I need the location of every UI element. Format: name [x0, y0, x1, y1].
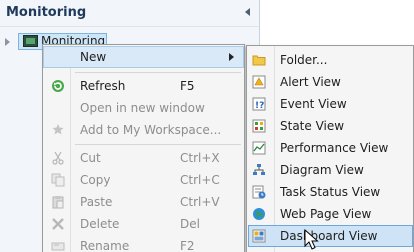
context-menu: New Refresh F5 Open in new window Add to…: [42, 44, 245, 252]
menu-item-shortcut: Ctrl+X: [180, 151, 220, 165]
submenu-item-event-view[interactable]: !? Event View: [248, 93, 413, 115]
menu-item-refresh[interactable]: Refresh F5: [43, 75, 244, 97]
submenu-item-label: Event View: [280, 97, 347, 111]
menu-item-shortcut: Del: [180, 217, 200, 231]
menu-item-copy[interactable]: Copy Ctrl+C: [43, 169, 244, 191]
folder-icon: [252, 55, 266, 66]
submenu-item-label: Performance View: [280, 141, 389, 155]
svg-text:!?: !?: [255, 101, 264, 111]
menu-item-label: Copy: [80, 173, 111, 187]
task-status-view-icon: [252, 185, 266, 199]
monitor-icon: [23, 35, 38, 47]
menu-item-label: Refresh: [80, 79, 126, 93]
dashboard-view-icon: [252, 229, 266, 243]
submenu-arrow-icon: [229, 53, 234, 61]
submenu-item-task-status-view[interactable]: Task Status View: [248, 181, 413, 203]
submenu-item-label: Task Status View: [280, 185, 381, 199]
menu-item-label: Add to My Workspace...: [80, 123, 222, 137]
menu-item-shortcut: Ctrl+C: [180, 173, 220, 187]
refresh-icon: [52, 80, 64, 92]
menu-item-rename[interactable]: Rename F2: [43, 235, 244, 252]
menu-item-paste[interactable]: Paste Ctrl+V: [43, 191, 244, 213]
collapse-pane-icon[interactable]: [245, 8, 250, 16]
submenu-item-label: Folder...: [280, 53, 328, 67]
submenu-item-label: Alert View: [280, 75, 341, 89]
submenu-item-label: Dashboard View: [280, 229, 378, 243]
new-submenu: Folder... Alert View !? Event View State…: [246, 45, 414, 252]
menu-item-cut[interactable]: Cut Ctrl+X: [43, 147, 244, 169]
diagram-view-icon: [253, 164, 265, 175]
menu-item-shortcut: Ctrl+V: [180, 195, 220, 209]
performance-view-icon: [252, 141, 266, 155]
submenu-item-dashboard-view[interactable]: Dashboard View: [248, 225, 413, 247]
state-view-icon: [252, 119, 266, 133]
submenu-item-label: State View: [280, 119, 345, 133]
paste-icon: [52, 196, 64, 209]
submenu-item-alert-view[interactable]: Alert View: [248, 71, 413, 93]
add-favorite-icon: [52, 124, 64, 135]
menu-item-delete[interactable]: Delete Del: [43, 213, 244, 235]
submenu-item-label: Web Page View: [280, 207, 372, 221]
submenu-item-diagram-view[interactable]: Diagram View: [248, 159, 413, 181]
event-view-icon: !?: [252, 97, 266, 111]
menu-item-shortcut: F2: [180, 239, 195, 252]
menu-item-shortcut: F5: [180, 79, 195, 93]
menu-item-open-new-window[interactable]: Open in new window: [43, 97, 244, 119]
menu-item-label: Paste: [80, 195, 113, 209]
menu-item-label: Cut: [80, 151, 101, 165]
submenu-item-web-page-view[interactable]: Web Page View: [248, 203, 413, 225]
menu-separator: [75, 72, 241, 73]
rename-icon: [51, 242, 65, 251]
menu-item-label: Delete: [80, 217, 120, 231]
scissors-icon: [52, 151, 64, 165]
nav-header: Monitoring: [0, 0, 259, 27]
menu-separator: [75, 144, 241, 145]
submenu-item-state-view[interactable]: State View: [248, 115, 413, 137]
menu-item-label: New: [80, 50, 107, 64]
delete-icon: [52, 218, 64, 230]
web-page-view-icon: [253, 208, 265, 220]
menu-item-new[interactable]: New: [43, 46, 244, 68]
alert-view-icon: [252, 75, 266, 89]
menu-item-label: Open in new window: [80, 101, 205, 115]
expand-arrow-icon[interactable]: [5, 38, 10, 46]
menu-item-add-to-workspace[interactable]: Add to My Workspace...: [43, 119, 244, 141]
submenu-item-label: Diagram View: [280, 163, 364, 177]
copy-icon: [51, 173, 65, 187]
submenu-item-performance-view[interactable]: Performance View: [248, 137, 413, 159]
submenu-item-folder[interactable]: Folder...: [248, 49, 413, 71]
menu-item-label: Rename: [80, 239, 130, 252]
nav-title: Monitoring: [6, 5, 87, 20]
mouse-cursor-icon: [304, 229, 319, 250]
